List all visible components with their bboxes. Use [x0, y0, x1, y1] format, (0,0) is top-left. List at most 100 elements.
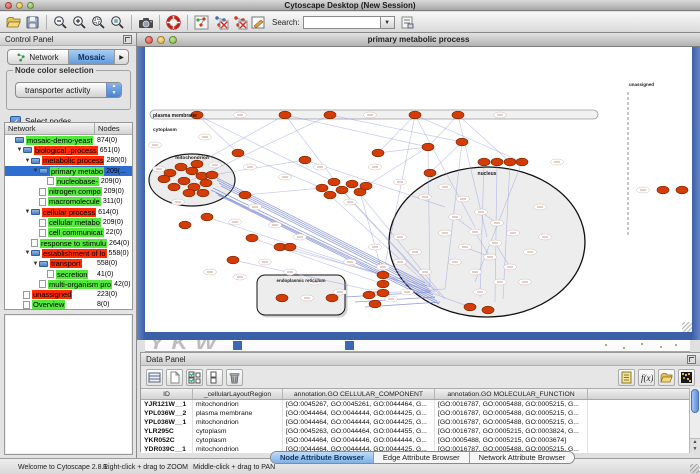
graph-node[interactable] — [491, 158, 503, 166]
graph-node[interactable] — [464, 303, 476, 311]
zoom-selected-icon[interactable] — [89, 13, 108, 31]
graph-node[interactable] — [504, 158, 516, 166]
graph-node[interactable] — [346, 180, 358, 188]
expand-arrow-icon[interactable]: ▼ — [24, 158, 31, 164]
graph-node[interactable] — [284, 243, 296, 251]
graph-node[interactable] — [482, 306, 494, 314]
graph-node[interactable] — [424, 169, 436, 177]
graph-node[interactable] — [299, 156, 311, 164]
table-row[interactable]: YKR052Ccytoplasm[GO:0044464, GO:0044446,… — [141, 436, 690, 445]
column-header[interactable]: annotation.GO MOLECULAR_FUNCTION — [435, 389, 588, 399]
graph-node[interactable] — [452, 111, 464, 119]
table-row[interactable]: YPL036W__2plasma membrane[GO:0044464, GO… — [141, 409, 690, 418]
search-options-icon[interactable] — [398, 13, 417, 31]
tree-row[interactable]: cellular metabo209(0) — [5, 217, 132, 227]
select-all-attributes-icon[interactable] — [186, 369, 203, 386]
graph-node[interactable] — [200, 179, 212, 187]
expand-arrow-icon[interactable]: ▼ — [24, 250, 31, 256]
graph-node[interactable] — [279, 111, 291, 119]
destroy-network-icon[interactable] — [230, 13, 249, 31]
graph-node[interactable] — [178, 177, 190, 185]
zoom-fit-icon[interactable] — [108, 13, 127, 31]
graph-node[interactable] — [186, 167, 198, 175]
graph-node[interactable] — [227, 256, 239, 264]
graph-node[interactable] — [201, 213, 213, 221]
tree-row[interactable]: mosaic-demo-yeast874(0) — [5, 135, 132, 145]
delete-attribute-icon[interactable] — [226, 369, 243, 386]
search-dropdown-button[interactable]: ▼ — [381, 16, 395, 29]
graph-node[interactable] — [328, 178, 340, 186]
tree-row[interactable]: unassigned223(0) — [5, 289, 132, 299]
graph-node[interactable] — [409, 111, 421, 119]
graph-node[interactable] — [369, 300, 381, 308]
search-input[interactable] — [303, 16, 381, 29]
tree-col-network[interactable]: Network — [5, 123, 94, 134]
graph-node[interactable] — [324, 111, 336, 119]
float-panel-icon[interactable] — [123, 35, 132, 44]
graph-node[interactable] — [377, 271, 389, 279]
matrix-icon[interactable] — [678, 369, 695, 386]
graph-node[interactable] — [232, 149, 244, 157]
tab-mosaic[interactable]: Mosaic — [68, 50, 114, 64]
create-attribute-icon[interactable] — [166, 369, 183, 386]
destroy-view-icon[interactable] — [211, 13, 230, 31]
tab-node-attribute-browser[interactable]: Node Attribute Browser — [271, 452, 373, 463]
background-window-strip[interactable]: YKW — [145, 340, 690, 352]
open-icon[interactable] — [4, 13, 23, 31]
network-graph[interactable]: plasma membranecytoplasmmitochondrionnuc… — [145, 47, 692, 332]
tab-network[interactable]: Network — [8, 50, 68, 64]
graph-node[interactable] — [179, 221, 191, 229]
graph-node[interactable] — [676, 186, 688, 194]
tree-row[interactable]: response to stimulu264(0) — [5, 238, 132, 248]
tree-row[interactable]: nucleobase-209(0) — [5, 176, 132, 186]
tree-row[interactable]: cell communicat22(0) — [5, 228, 132, 238]
zoom-view-button[interactable] — [169, 36, 177, 44]
canvas-resize-grip[interactable] — [682, 322, 692, 332]
tree-row[interactable]: ▼cellular process614(0) — [5, 207, 132, 217]
expand-arrow-icon[interactable]: ▼ — [32, 261, 39, 267]
tab-edge-attribute-browser[interactable]: Edge Attribute Browser — [373, 452, 469, 463]
zoom-window-button[interactable] — [27, 2, 34, 9]
minimize-window-button[interactable] — [16, 2, 23, 9]
network-canvas[interactable]: plasma membranecytoplasmmitochondrionnuc… — [145, 47, 692, 332]
tree-row[interactable]: macromolecule311(0) — [5, 197, 132, 207]
graph-node[interactable] — [316, 184, 328, 192]
tree-row[interactable]: ▼establishment of lo558(0) — [5, 248, 132, 258]
graph-node[interactable] — [197, 189, 209, 197]
close-view-button[interactable] — [145, 36, 153, 44]
graph-node[interactable] — [478, 158, 490, 166]
tab-network-attribute-browser[interactable]: Network Attribute Browser — [469, 452, 575, 463]
graph-node[interactable] — [168, 183, 180, 191]
graph-node[interactable] — [657, 186, 669, 194]
vizmapper-icon[interactable] — [249, 13, 268, 31]
network-view-titlebar[interactable]: primary metabolic process — [137, 33, 700, 47]
scrollbar-arrows[interactable]: ▲▼ — [690, 438, 700, 453]
birdseye-view-panel[interactable] — [4, 314, 133, 455]
help-ring-icon[interactable] — [164, 13, 183, 31]
graph-node[interactable] — [360, 182, 372, 190]
tree-row[interactable]: ▼primary metabo209(... — [5, 166, 132, 176]
nucleus-region[interactable] — [389, 167, 585, 317]
graph-node[interactable] — [326, 294, 338, 302]
select-attributes-icon[interactable] — [146, 369, 163, 386]
graph-node[interactable] — [246, 234, 258, 242]
minimize-view-button[interactable] — [157, 36, 165, 44]
graph-node[interactable] — [377, 280, 389, 288]
zoom-out-icon[interactable] — [51, 13, 70, 31]
graph-node[interactable] — [206, 171, 218, 179]
graph-node[interactable] — [456, 138, 468, 146]
tree-row[interactable]: secretion41(0) — [5, 269, 132, 279]
column-header[interactable]: annotation.GO CELLULAR_COMPONENT — [283, 389, 435, 399]
zoom-in-icon[interactable] — [70, 13, 89, 31]
table-row[interactable]: YLR295Ccytoplasm[GO:0045263, GO:0044464,… — [141, 427, 690, 436]
expand-arrow-icon[interactable]: ▼ — [24, 209, 31, 215]
graph-node[interactable] — [422, 143, 434, 151]
expand-arrow-icon[interactable]: ▼ — [32, 168, 39, 174]
save-icon[interactable] — [23, 13, 42, 31]
color-attribute-dropdown[interactable]: transporter activity ▲▼ — [15, 82, 122, 98]
tree-row[interactable]: Overview8(0) — [5, 300, 132, 310]
tree-row[interactable]: nitrogen compo209(0) — [5, 186, 132, 196]
graph-node[interactable] — [183, 189, 195, 197]
tree-row[interactable]: multi-organism pro42(0) — [5, 279, 132, 289]
table-row[interactable]: YPL036W__1mitochondrion[GO:0044464, GO:0… — [141, 418, 690, 427]
